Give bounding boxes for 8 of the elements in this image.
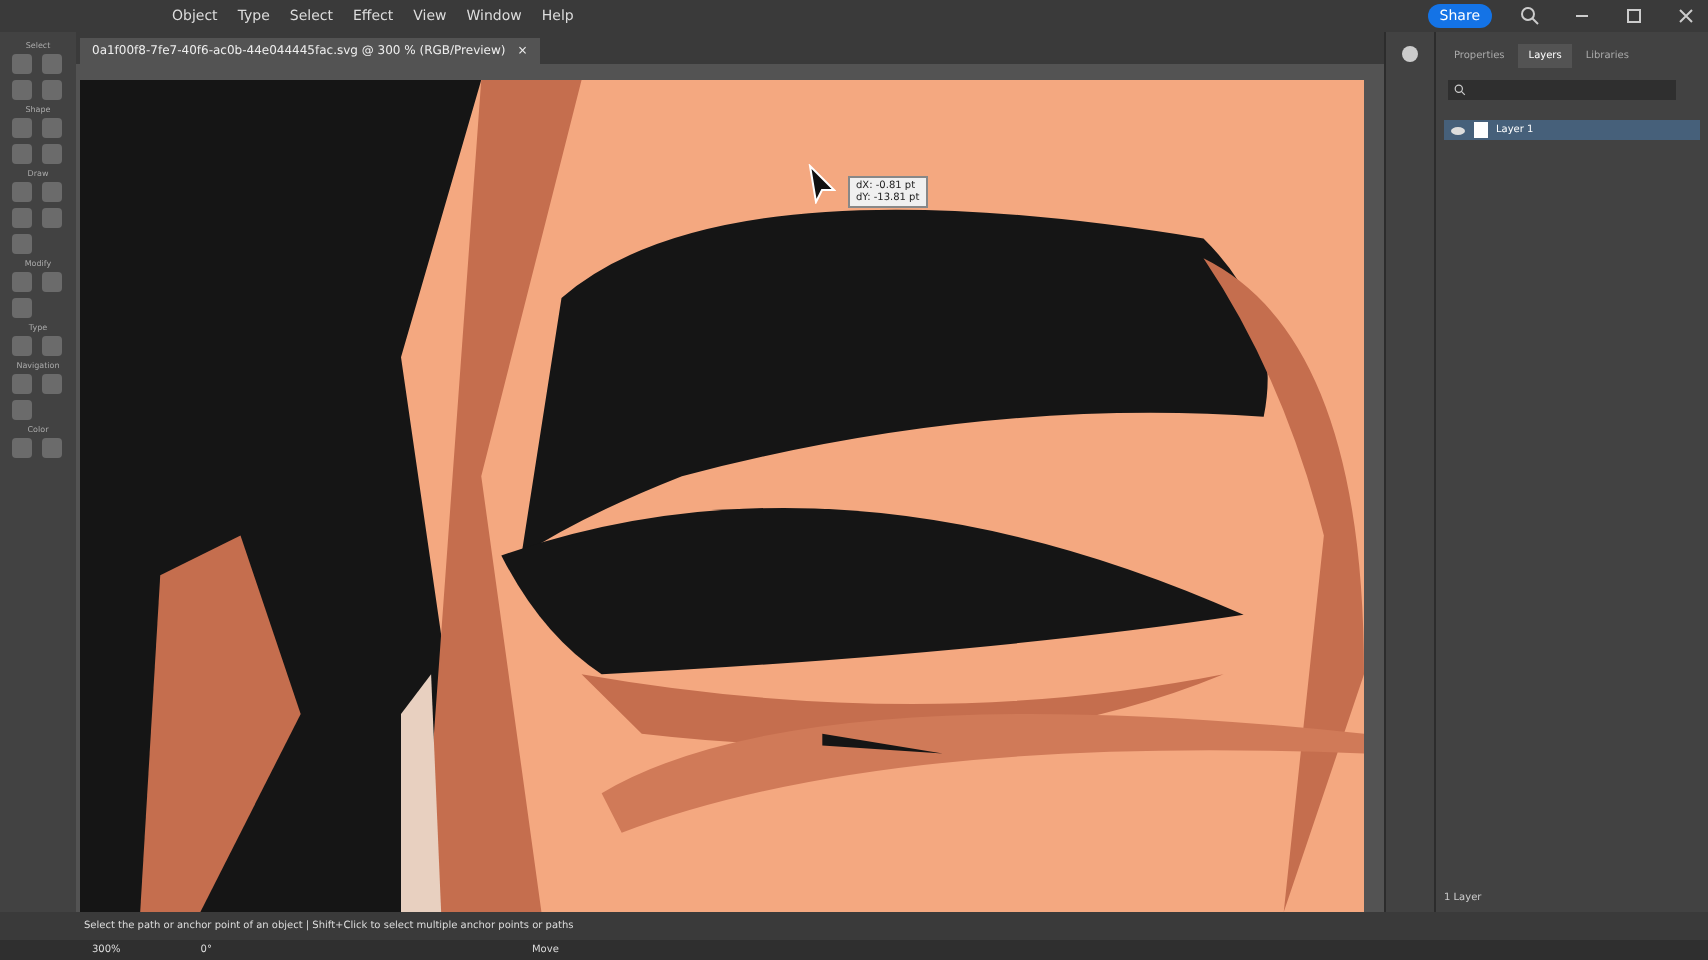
eye-icon[interactable] <box>1450 125 1466 135</box>
search-field[interactable] <box>1448 80 1676 100</box>
layer-thumbnail <box>1474 122 1488 138</box>
search-icon[interactable] <box>1520 6 1540 26</box>
maximize-icon[interactable] <box>1624 6 1644 26</box>
close-icon[interactable] <box>1676 6 1696 26</box>
cursor-icon <box>808 164 836 204</box>
search-icon <box>1454 84 1466 96</box>
